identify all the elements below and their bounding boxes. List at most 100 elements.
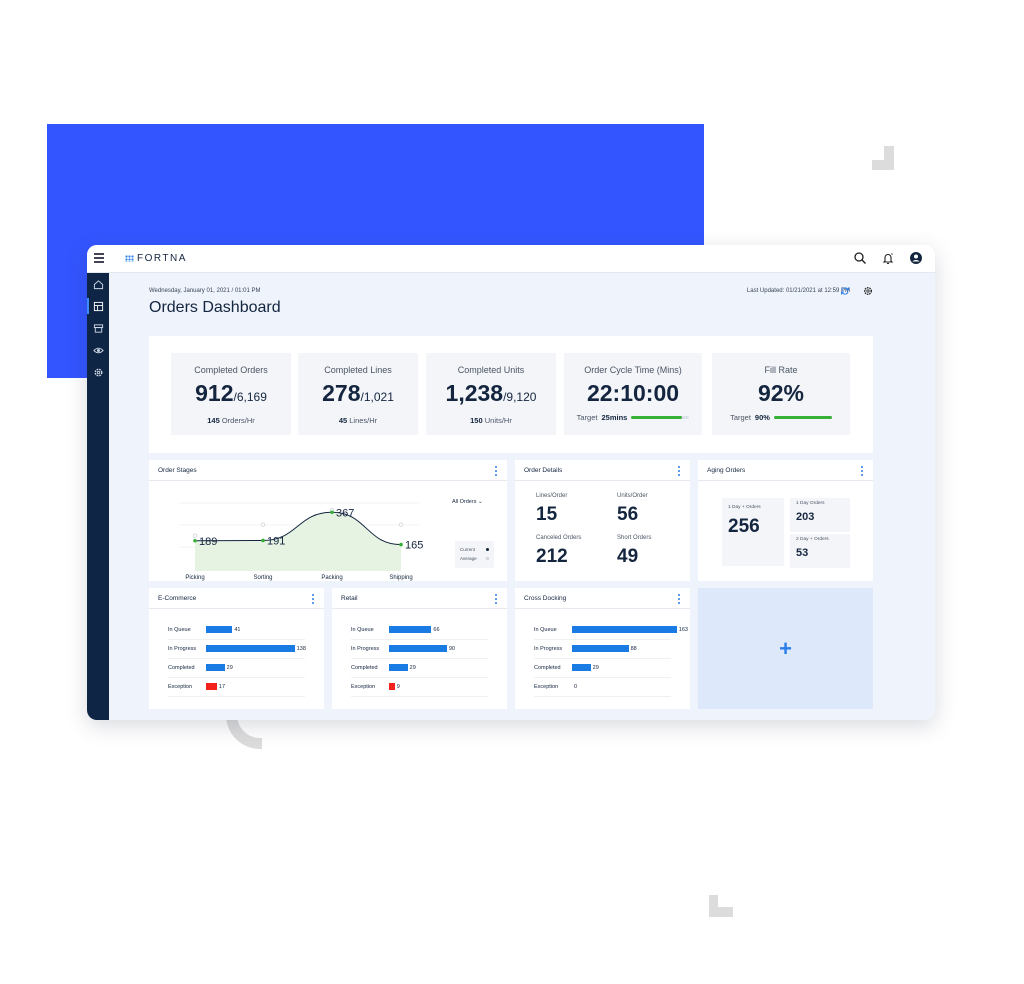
dashboard-icon [93, 301, 103, 311]
kpi-rate-value: 45 [338, 416, 348, 425]
card-header: Retail [332, 588, 507, 609]
bar[interactable] [206, 664, 225, 671]
kpi-target: Target 25mins [564, 413, 702, 422]
search-icon[interactable] [853, 251, 867, 265]
row-divider [168, 696, 305, 697]
bar-label: Completed [168, 665, 195, 671]
bar-row: Exception 17 [149, 678, 324, 697]
bell-icon[interactable] [881, 251, 895, 265]
bar[interactable] [206, 683, 217, 690]
card-title: Order Details [524, 467, 563, 474]
card-header: Aging Orders [698, 460, 873, 481]
plus-icon: + [779, 635, 792, 661]
bar[interactable] [572, 664, 591, 671]
bar[interactable] [206, 645, 295, 652]
kpi-completed-units[interactable]: Completed Units 1,238/9,120 150 Units/Hr [426, 353, 556, 435]
home-icon [93, 279, 103, 289]
gear-icon [94, 368, 102, 376]
kpi-fill-rate[interactable]: Fill Rate 92% Target 90% [712, 353, 850, 435]
data-label: 191 [267, 535, 285, 547]
bar-label: In Progress [168, 646, 197, 652]
detail-label: Units/Order [617, 493, 648, 499]
bar-row: In Progress 90 [332, 640, 507, 659]
x-tick-label: Picking [185, 575, 204, 581]
bar-label: In Progress [534, 646, 563, 652]
add-widget-button[interactable]: + [698, 588, 873, 709]
kpi-total: /1,021 [360, 390, 394, 404]
order-filter-dropdown[interactable]: All Orders ⌄ [452, 499, 483, 505]
settings-icon[interactable] [863, 286, 873, 296]
aging-value: 53 [796, 547, 809, 559]
decorative-corner-shape [709, 895, 733, 917]
bar[interactable] [206, 626, 233, 633]
legend-item-current: Current [460, 545, 489, 554]
more-options-icon[interactable] [495, 466, 498, 476]
bar-value-label: 29 [409, 665, 416, 671]
bar-value-label: 90 [448, 646, 455, 652]
kpi-rate-unit: Units/Hr [484, 416, 512, 425]
bar[interactable] [389, 664, 408, 671]
bar-label: Exception [168, 684, 193, 690]
kpi-completed-orders[interactable]: Completed Orders 912/6,169 145 Orders/Hr [171, 353, 291, 435]
order-stages-chart: 189 191 367 165 Picking Sorting Packing Shippin… [179, 502, 423, 581]
kpi-rate-value: 145 [207, 416, 220, 425]
card-title: E-Commerce [158, 595, 197, 602]
refresh-icon[interactable] [840, 286, 850, 296]
x-tick-label: Sorting [253, 575, 272, 581]
app-logo[interactable]: FORTNA [125, 253, 187, 264]
bar-row: Completed 29 [149, 659, 324, 678]
average-point [192, 533, 198, 538]
kpi-rate-unit: Lines/Hr [349, 416, 378, 425]
detail-value: 15 [536, 504, 558, 525]
sidebar-item-archive[interactable] [87, 317, 109, 339]
bar-value-label: 41 [234, 627, 241, 633]
bar[interactable] [389, 683, 395, 690]
detail-value: 56 [617, 504, 639, 525]
kpi-order-cycle-time[interactable]: Order Cycle Time (Mins) 22:10:00 Target … [564, 353, 702, 435]
current-date: Wednesday, January 01, 2021 / 01:01 PM [149, 288, 261, 294]
data-label: 189 [199, 536, 217, 548]
sidebar [87, 273, 109, 720]
sidebar-item-home[interactable] [87, 273, 109, 295]
account-icon[interactable] [909, 251, 923, 265]
aging-orders-card: Aging Orders 1 Day + Orders 256 1 Day Or… [698, 460, 873, 581]
kpi-total: /9,120 [503, 390, 537, 404]
ecommerce-card: E-Commerce In Queue 41 In Progress 138 Compl… [149, 588, 324, 709]
kpi-completed-lines[interactable]: Completed Lines 278/1,021 45 Lines/Hr [298, 353, 418, 435]
row-divider [534, 696, 671, 697]
bar-row: In Progress 138 [149, 640, 324, 659]
detail-label: Short Orders [617, 535, 652, 541]
card-title: Aging Orders [707, 467, 746, 474]
kpi-progress-fill [631, 416, 683, 419]
kpi-progress-fill [773, 416, 832, 419]
average-point [398, 522, 404, 527]
retail-card: Retail In Queue 66 In Progress 90 Completed 2… [332, 588, 507, 709]
hamburger-icon[interactable] [94, 253, 104, 263]
kpi-value: 912/6,169 [171, 379, 291, 411]
aging-small-tile[interactable]: 1 Day Orders 203 [790, 498, 850, 532]
more-options-icon[interactable] [678, 466, 681, 476]
card-title: Retail [341, 595, 358, 602]
aging-label: 1 Day Orders [796, 501, 825, 506]
bar[interactable] [389, 626, 432, 633]
kpi-main-value: 1,238 [445, 380, 504, 406]
current-point [193, 538, 197, 543]
more-options-icon[interactable] [861, 466, 864, 476]
bar-value-label: 29 [226, 665, 233, 671]
aging-small-tile[interactable]: 2 Day + Orders 53 [790, 534, 850, 568]
bar-label: In Queue [168, 627, 191, 633]
bar[interactable] [572, 626, 677, 633]
aging-main-tile[interactable]: 1 Day + Orders 256 [722, 498, 784, 566]
bar-value-label: 66 [433, 627, 440, 633]
more-options-icon[interactable] [678, 594, 681, 604]
bar-row: In Queue 163 [515, 621, 690, 640]
kpi-value: 278/1,021 [298, 379, 418, 411]
bar[interactable] [389, 645, 447, 652]
kpi-rate-value: 150 [470, 416, 483, 425]
sidebar-item-settings[interactable] [87, 361, 109, 383]
more-options-icon[interactable] [495, 594, 498, 604]
more-options-icon[interactable] [312, 594, 315, 604]
bar[interactable] [572, 645, 629, 652]
sidebar-item-view[interactable] [87, 339, 109, 361]
sidebar-item-dashboard[interactable] [87, 295, 109, 317]
